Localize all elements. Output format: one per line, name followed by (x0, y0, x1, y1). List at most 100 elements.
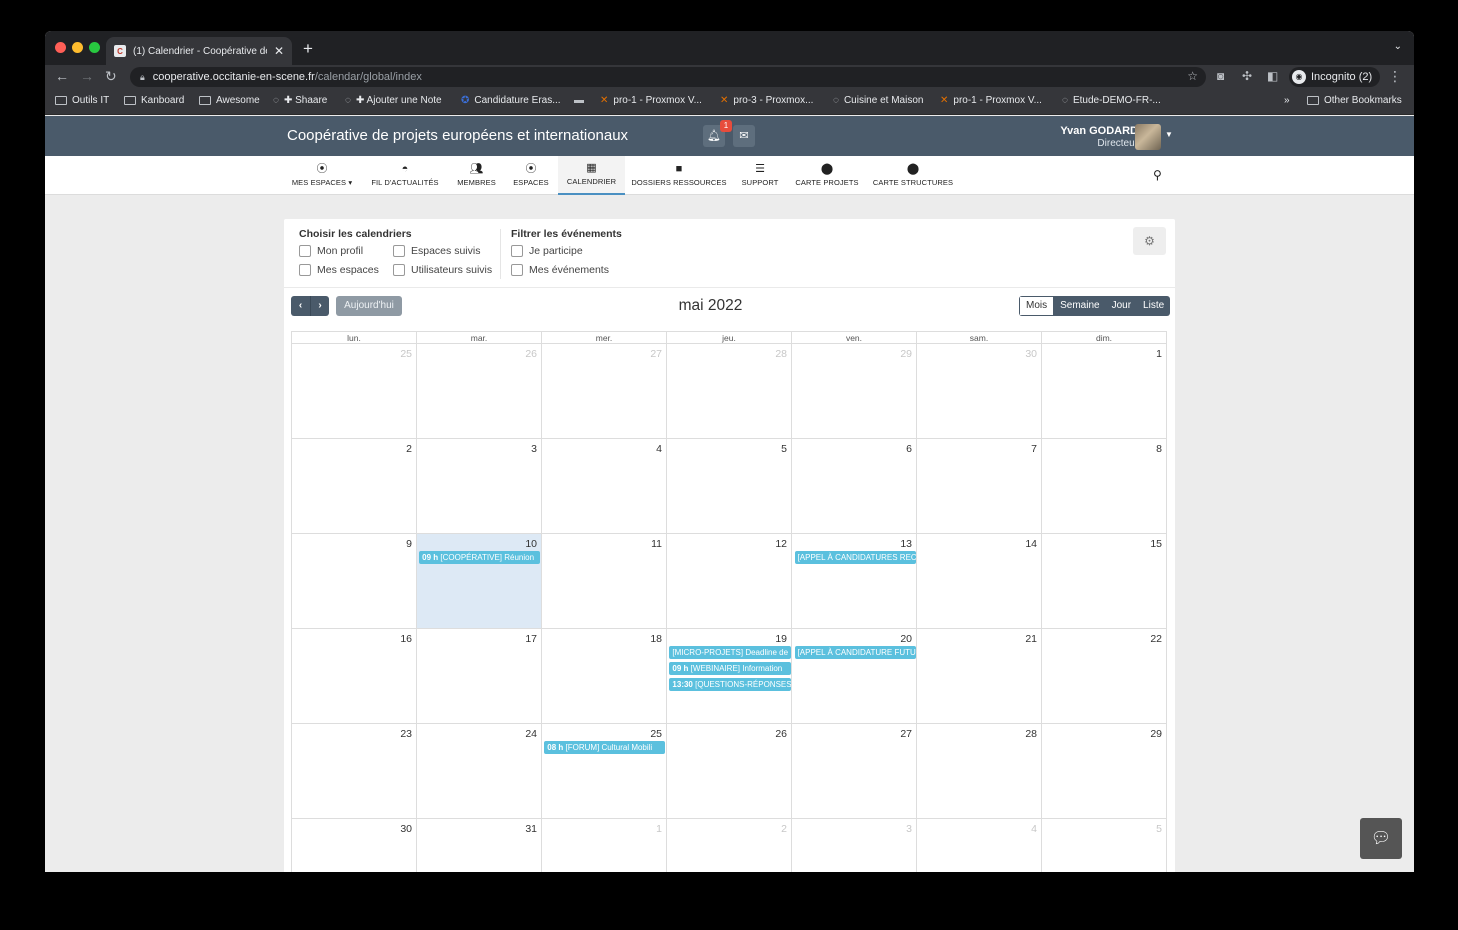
nav-carte-structures[interactable]: ⬤ CARTE STRUCTURES (872, 156, 954, 195)
bookmark-item[interactable]: ◌ ✚ Ajouter une Note (345, 95, 442, 106)
day-cell[interactable]: 28 (666, 344, 791, 438)
day-cell[interactable]: 1 (1041, 344, 1166, 438)
avatar[interactable] (1135, 124, 1161, 150)
day-number[interactable]: 25 (650, 728, 662, 740)
day-number[interactable]: 8 (1156, 443, 1162, 455)
day-cell-today[interactable]: 10 (416, 534, 541, 628)
day-number[interactable]: 13 (900, 538, 912, 550)
forward-icon[interactable]: → (80, 68, 94, 84)
bookmark-item[interactable]: ◌ Etude-DEMO-FR-... (1062, 95, 1161, 106)
mes-espaces-checkbox[interactable]: Mes espaces (299, 264, 379, 276)
nav-mes-espaces[interactable]: ⦿ MES ESPACES ▾ (292, 156, 352, 195)
user-name[interactable]: Yvan GODARD (1060, 125, 1138, 137)
day-number[interactable]: 25 (400, 348, 412, 360)
day-number[interactable]: 3 (531, 443, 537, 455)
calendar-event[interactable]: [MICRO-PROJETS] Deadline de (669, 646, 791, 659)
day-cell[interactable]: 8 (1041, 439, 1166, 533)
day-cell[interactable]: 25 (541, 724, 666, 818)
bookmark-folder[interactable]: Other Bookmarks (1307, 95, 1402, 106)
calendar-event[interactable]: 08 h [FORUM] Cultural Mobili (544, 741, 666, 754)
calendar-event[interactable]: [APPEL À CANDIDATURES REC (794, 551, 916, 564)
day-number[interactable]: 27 (650, 348, 662, 360)
day-number[interactable]: 21 (1025, 633, 1037, 645)
day-number[interactable]: 2 (406, 443, 412, 455)
maximize-window-icon[interactable] (89, 42, 100, 53)
bookmark-item[interactable]: ✕ pro-1 - Proxmox V... (940, 95, 1042, 106)
utilisateurs-suivis-checkbox[interactable]: Utilisateurs suivis (393, 264, 492, 276)
day-number[interactable]: 1 (1156, 348, 1162, 360)
day-cell[interactable]: 14 (916, 534, 1041, 628)
day-cell[interactable]: 18 (541, 629, 666, 723)
checkbox-box[interactable] (511, 245, 523, 257)
bookmark-item[interactable]: ✕ pro-3 - Proxmox... (720, 95, 813, 106)
day-number[interactable]: 23 (400, 728, 412, 740)
day-cell[interactable]: 26 (416, 344, 541, 438)
day-cell[interactable]: 13 (791, 534, 916, 628)
extensions-puzzle-icon[interactable]: ✣ (1242, 69, 1252, 83)
day-cell[interactable]: 27 (541, 344, 666, 438)
nav-fil-actualites[interactable]: ◓ FIL D'ACTUALITÉS (367, 156, 443, 195)
new-tab-icon[interactable]: + (303, 39, 313, 59)
side-panel-icon[interactable]: ◧ (1267, 69, 1278, 83)
day-number[interactable]: 22 (1150, 633, 1162, 645)
day-cell[interactable]: 2 (666, 819, 791, 872)
day-number[interactable]: 27 (900, 728, 912, 740)
bookmark-folder[interactable]: Outils IT (55, 95, 109, 106)
day-number[interactable]: 28 (1025, 728, 1037, 740)
nav-membres[interactable]: 👥︎ MEMBRES (454, 156, 499, 195)
caret-down-icon[interactable]: ▼ (1165, 130, 1173, 139)
day-number[interactable]: 16 (400, 633, 412, 645)
day-number[interactable]: 29 (900, 348, 912, 360)
incognito-indicator[interactable]: ◉ Incognito (2) (1289, 67, 1381, 87)
view-mois-button[interactable]: Mois (1019, 296, 1055, 316)
day-number[interactable]: 12 (775, 538, 787, 550)
day-cell[interactable]: 16 (292, 629, 416, 723)
nav-carte-projets[interactable]: ⬤ CARTE PROJETS (794, 156, 860, 195)
mes-evenements-checkbox[interactable]: Mes événements (511, 264, 609, 276)
day-cell[interactable]: 15 (1041, 534, 1166, 628)
day-number[interactable]: 5 (781, 443, 787, 455)
day-number[interactable]: 15 (1150, 538, 1162, 550)
bookmark-item[interactable]: ✪ Candidature Eras... (461, 95, 561, 106)
day-cell[interactable]: 11 (541, 534, 666, 628)
day-number[interactable]: 6 (906, 443, 912, 455)
day-number[interactable]: 31 (525, 823, 537, 835)
bookmark-folder[interactable]: Kanboard (124, 95, 184, 106)
checkbox-box[interactable] (299, 245, 311, 257)
day-number[interactable]: 2 (781, 823, 787, 835)
checkbox-box[interactable] (393, 264, 405, 276)
calendar-event[interactable]: 13:30 [QUESTIONS-RÉPONSES (669, 678, 791, 691)
messages-button[interactable]: ✉ (733, 125, 755, 147)
day-number[interactable]: 5 (1156, 823, 1162, 835)
back-icon[interactable]: ← (55, 68, 69, 84)
day-cell[interactable]: 26 (666, 724, 791, 818)
site-title[interactable]: Coopérative de projets européens et inte… (287, 127, 628, 144)
day-cell[interactable]: 30 (916, 344, 1041, 438)
day-cell[interactable]: 30 (292, 819, 416, 872)
settings-button[interactable]: ⚙ (1133, 227, 1166, 255)
day-number[interactable]: 18 (650, 633, 662, 645)
tab-search-chevron-icon[interactable]: ⌄ (1394, 41, 1402, 52)
day-cell[interactable]: 17 (416, 629, 541, 723)
nav-support[interactable]: ☰ SUPPORT (737, 156, 783, 195)
bookmark-star-icon[interactable]: ☆ (1187, 69, 1198, 83)
close-tab-icon[interactable]: ✕ (274, 44, 284, 58)
day-cell[interactable]: 24 (416, 724, 541, 818)
day-cell[interactable]: 20 (791, 629, 916, 723)
day-cell[interactable]: 21 (916, 629, 1041, 723)
bookmark-item[interactable]: ✕ pro-1 - Proxmox V... (600, 95, 702, 106)
bookmark-item[interactable]: ◌ ✚ Shaare (273, 95, 327, 106)
view-semaine-button[interactable]: Semaine (1054, 296, 1105, 316)
day-number[interactable]: 26 (775, 728, 787, 740)
day-number[interactable]: 14 (1025, 538, 1037, 550)
day-number[interactable]: 28 (775, 348, 787, 360)
bookmark-item[interactable]: ◌ Cuisine et Maison (833, 95, 923, 106)
je-participe-checkbox[interactable]: Je participe (511, 245, 583, 257)
day-cell[interactable]: 29 (1041, 724, 1166, 818)
day-number[interactable]: 17 (525, 633, 537, 645)
search-icon[interactable]: ⚲ (1153, 168, 1162, 182)
day-cell[interactable]: 3 (791, 819, 916, 872)
day-number[interactable]: 30 (1025, 348, 1037, 360)
day-cell[interactable]: 4 (541, 439, 666, 533)
day-cell[interactable]: 25 (292, 344, 416, 438)
